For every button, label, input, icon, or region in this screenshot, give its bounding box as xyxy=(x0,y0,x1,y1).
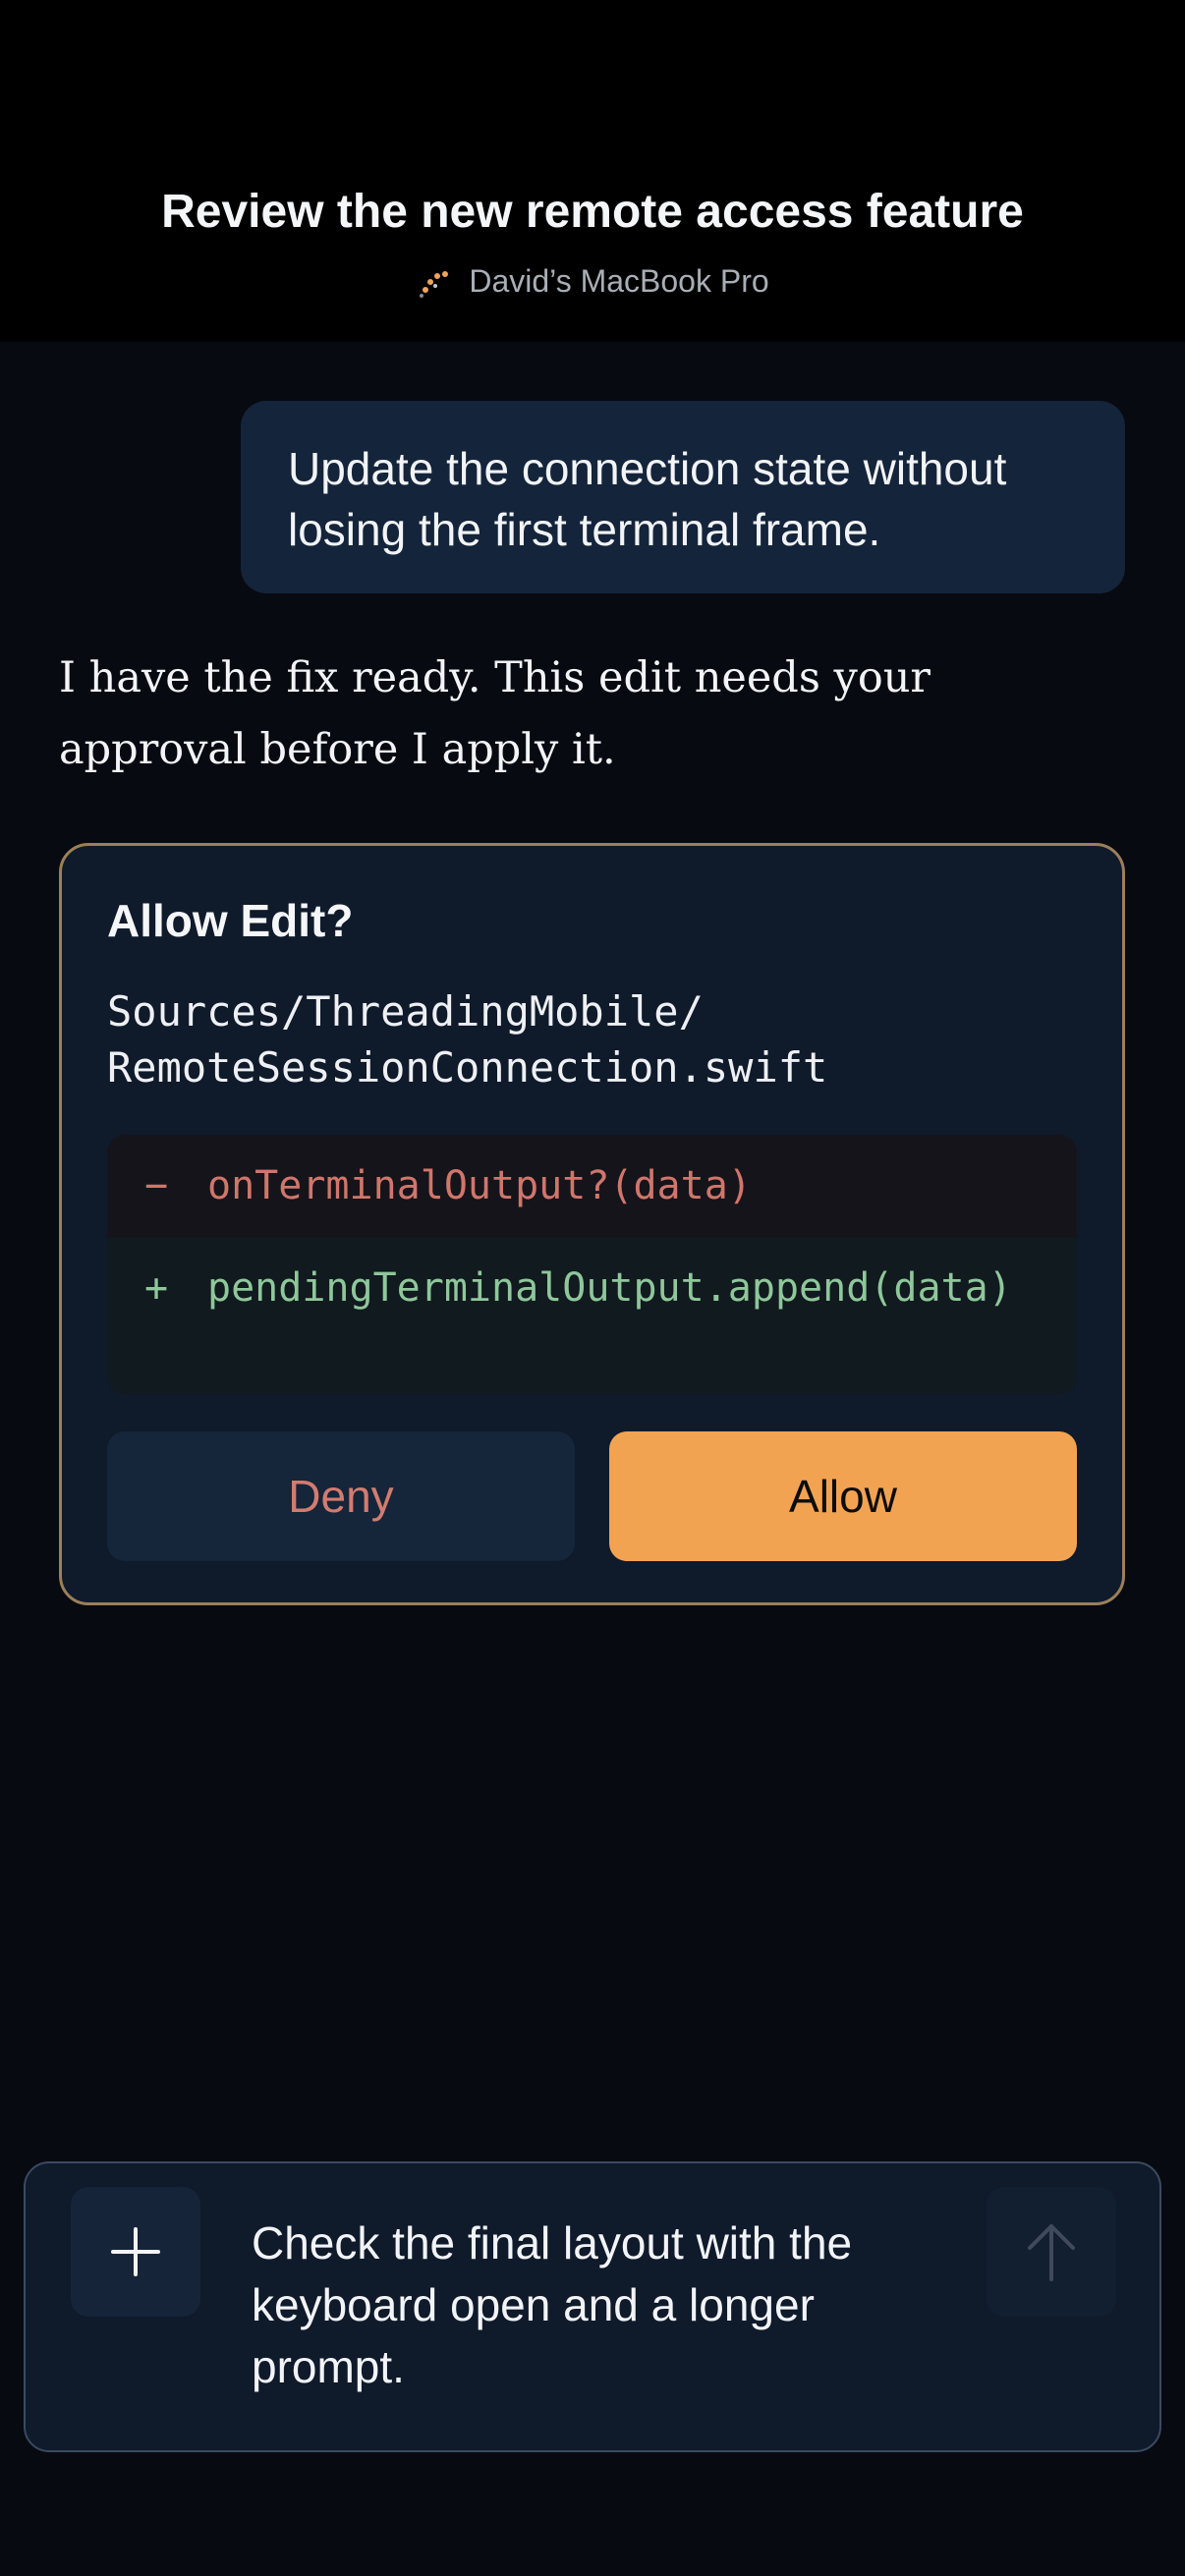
diff-added-line: + pendingTerminalOutput.append(data) xyxy=(107,1237,1077,1394)
diff-view: − onTerminalOutput?(data) + pendingTermi… xyxy=(107,1135,1077,1394)
user-message-bubble: Update the connection state without losi… xyxy=(241,401,1125,593)
arrow-up-icon xyxy=(1028,2224,1075,2281)
header: Review the new remote access feature Dav… xyxy=(0,0,1185,342)
file-path: Sources/ThreadingMobile/ RemoteSessionCo… xyxy=(107,987,828,1092)
removed-sign: − xyxy=(144,1163,169,1208)
approval-title: Allow Edit? xyxy=(107,895,354,946)
page-title: Review the new remote access feature xyxy=(161,186,1024,238)
add-attachment-button[interactable] xyxy=(71,2187,200,2317)
allow-button[interactable]: Allow xyxy=(609,1431,1077,1561)
prompt-input[interactable]: Check the final layout with the keyboard… xyxy=(252,2212,959,2398)
send-button[interactable] xyxy=(987,2187,1116,2317)
diff-removed-line: − onTerminalOutput?(data) xyxy=(107,1135,1077,1237)
spinner-dots-icon xyxy=(420,271,449,298)
message-composer: Check the final layout with the keyboard… xyxy=(24,2161,1161,2452)
app-screen: Review the new remote access feature Dav… xyxy=(0,0,1185,2576)
edit-approval-card: Allow Edit? Sources/ThreadingMobile/ Rem… xyxy=(59,843,1125,1605)
device-name: David’s MacBook Pro xyxy=(469,263,769,299)
device-label: David’s MacBook Pro xyxy=(0,261,1185,301)
assistant-message: I have the fix ready. This edit needs yo… xyxy=(59,653,931,774)
plus-icon xyxy=(111,2227,160,2276)
added-code: pendingTerminalOutput.append(data) xyxy=(207,1265,1012,1311)
deny-button[interactable]: Deny xyxy=(107,1431,575,1561)
removed-code: onTerminalOutput?(data) xyxy=(207,1163,752,1208)
added-sign: + xyxy=(144,1265,169,1311)
